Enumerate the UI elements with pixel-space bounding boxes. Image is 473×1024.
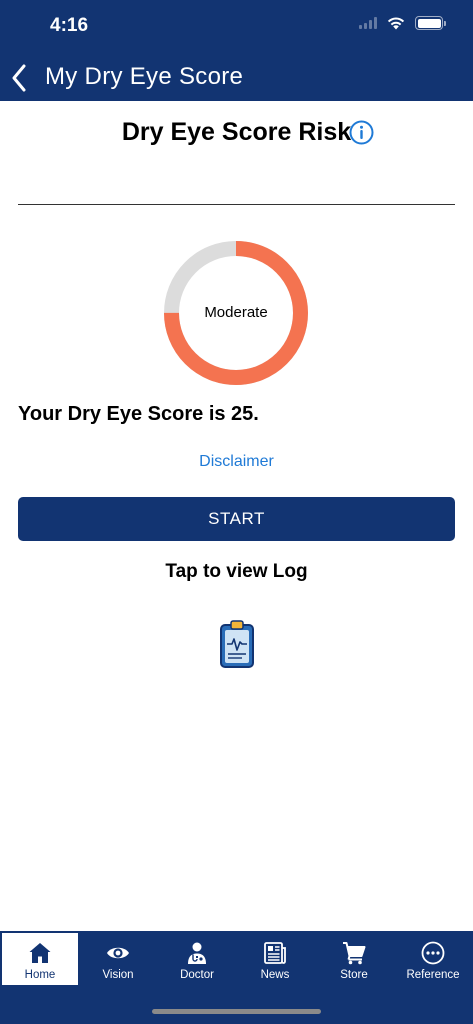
clipboard-log-icon[interactable] — [218, 619, 256, 669]
app-header: 4:16 My Dry Eye Score — [0, 0, 473, 101]
tab-news[interactable]: News — [237, 933, 313, 985]
newspaper-icon — [264, 942, 286, 964]
cart-icon — [343, 942, 366, 965]
tab-label: Reference — [406, 969, 460, 981]
gauge-label: Moderate — [204, 304, 268, 321]
tab-reference[interactable]: Reference — [395, 933, 471, 985]
tab-label: Store — [340, 969, 368, 981]
score-text: Your Dry Eye Score is 25. — [18, 403, 259, 425]
tab-store[interactable]: Store — [316, 933, 392, 985]
tab-label: Vision — [102, 969, 134, 981]
home-icon — [29, 943, 51, 963]
section-title: Dry Eye Score Risk — [121, 118, 352, 146]
cellular-signal-icon — [359, 17, 377, 29]
divider — [18, 204, 455, 205]
view-log-label[interactable]: Tap to view Log — [0, 561, 473, 583]
disclaimer-link[interactable]: Disclaimer — [0, 453, 473, 471]
battery-icon — [415, 16, 446, 30]
start-button[interactable]: START — [18, 497, 455, 541]
eye-icon — [107, 947, 129, 959]
doctor-icon — [188, 942, 206, 964]
page-title: My Dry Eye Score — [45, 63, 244, 90]
back-button[interactable] — [4, 60, 34, 96]
tab-label: Home — [24, 969, 56, 981]
tab-doctor[interactable]: Doctor — [159, 933, 235, 985]
tab-home[interactable]: Home — [2, 933, 78, 985]
disclaimer-label: Disclaimer — [199, 453, 274, 470]
status-time: 4:16 — [50, 15, 89, 36]
status-icons — [359, 16, 446, 30]
more-icon — [421, 941, 445, 965]
tab-vision[interactable]: Vision — [80, 933, 156, 985]
info-icon[interactable] — [349, 120, 374, 145]
home-indicator — [152, 1009, 321, 1014]
tab-label: Doctor — [180, 969, 214, 981]
chevron-left-icon — [12, 64, 26, 92]
wifi-icon — [387, 17, 405, 30]
tab-label: News — [260, 969, 290, 981]
